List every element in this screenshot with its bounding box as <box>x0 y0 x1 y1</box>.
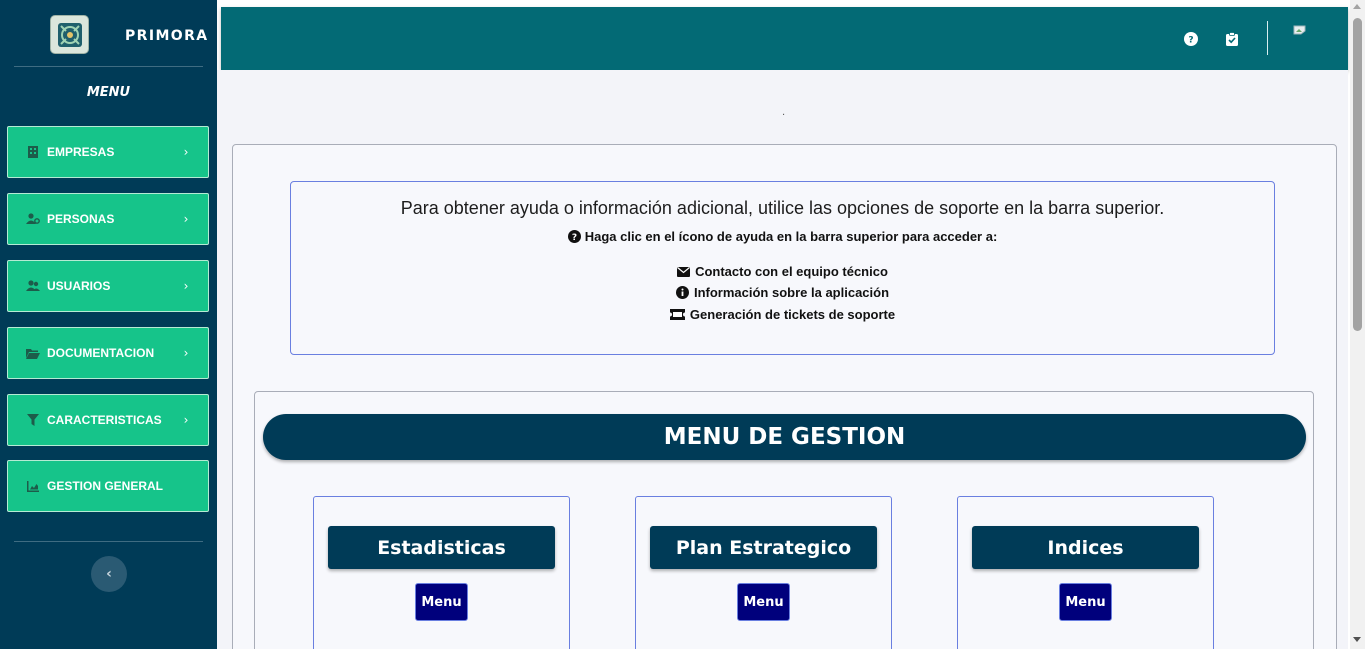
scroll-thumb[interactable] <box>1353 18 1362 331</box>
card-title: Indices <box>972 526 1199 569</box>
help-line-text: Contacto con el equipo técnico <box>695 264 888 279</box>
gestion-title: MENU DE GESTION <box>263 414 1306 460</box>
building-icon <box>26 145 40 159</box>
indices-menu-button[interactable]: Menu <box>1059 583 1112 621</box>
chevron-right-icon: › <box>183 413 189 427</box>
sidebar-item-gestion-general[interactable]: GESTION GENERAL <box>7 460 209 512</box>
sidebar-item-caracteristicas[interactable]: CARACTERISTICAS › <box>7 394 209 446</box>
broken-image-icon <box>1293 25 1306 35</box>
sidebar-item-empresas[interactable]: EMPRESAS › <box>7 126 209 178</box>
clipboard-check-icon <box>1226 32 1238 46</box>
sidebar-item-documentacion[interactable]: DOCUMENTACION › <box>7 327 209 379</box>
avatar[interactable] <box>1293 25 1311 43</box>
filter-icon <box>26 413 40 427</box>
help-subtitle: ? Haga clic en el ícono de ayuda en la b… <box>291 229 1274 244</box>
card-plan-estrategico <box>635 496 892 649</box>
sidebar-collapse-button[interactable]: ‹ <box>91 556 127 592</box>
chevron-right-icon: › <box>183 145 189 159</box>
sidebar-item-personas[interactable]: PERSONAS › <box>7 193 209 245</box>
users-gear-icon <box>26 212 40 226</box>
help-title: Para obtener ayuda o información adicion… <box>400 198 1165 218</box>
help-line-text: Generación de tickets de soporte <box>689 307 896 322</box>
sidebar-item-label: CARACTERISTICAS <box>47 413 162 427</box>
svg-text:?: ? <box>572 233 577 243</box>
help-line-contact: Contacto con el equipo técnico <box>291 264 1274 279</box>
card-title: Estadisticas <box>328 526 555 569</box>
envelope-icon <box>677 266 691 277</box>
help-line-tickets: Generación de tickets de soporte <box>291 307 1274 322</box>
sidebar-item-label: DOCUMENTACION <box>47 346 155 360</box>
brand: PRIMORA <box>0 0 217 66</box>
card-estadisticas <box>313 496 570 649</box>
clipboard-button[interactable] <box>1224 31 1240 47</box>
chevron-right-icon: › <box>183 279 189 293</box>
sidebar-divider <box>14 66 203 67</box>
estadisticas-menu-button[interactable]: Menu <box>415 583 468 621</box>
question-circle-icon: ? <box>1184 32 1198 46</box>
card-title: Plan Estrategico <box>650 526 877 569</box>
help-info-box: Para obtener ayuda o información adicion… <box>290 181 1275 355</box>
users-icon <box>26 279 40 293</box>
chevron-left-icon: ‹ <box>106 566 112 582</box>
scroll-up-arrow-icon[interactable] <box>1353 4 1361 9</box>
sidebar-item-usuarios[interactable]: USUARIOS › <box>7 260 209 312</box>
sidebar-item-label: GESTION GENERAL <box>47 479 164 493</box>
sidebar-item-label: EMPRESAS <box>47 145 115 159</box>
chart-area-icon <box>26 479 40 493</box>
help-line-info: Información sobre la aplicación <box>291 285 1274 300</box>
ticket-icon <box>669 309 685 320</box>
help-line-text: Información sobre la aplicación <box>693 285 890 300</box>
chevron-right-icon: › <box>183 346 189 360</box>
primora-logo[interactable] <box>50 15 89 54</box>
folder-open-icon <box>26 346 40 360</box>
scroll-down-arrow-icon[interactable] <box>1353 637 1361 642</box>
svg-text:?: ? <box>1188 36 1193 46</box>
help-subtitle-text: Haga clic en el ícono de ayuda en la bar… <box>584 229 998 244</box>
vertical-scrollbar[interactable] <box>1350 0 1365 649</box>
menu-title: MENU <box>86 85 131 100</box>
dot-marker: · <box>782 110 786 121</box>
sidebar-item-label: PERSONAS <box>47 212 115 226</box>
sidebar-divider <box>14 541 203 542</box>
brand-name: PRIMORA <box>125 28 209 44</box>
chevron-right-icon: › <box>183 212 189 226</box>
sidebar-item-label: USUARIOS <box>47 279 111 293</box>
top-bar: ? <box>221 7 1348 70</box>
help-button[interactable]: ? <box>1183 31 1199 47</box>
card-indices <box>957 496 1214 649</box>
sidebar: PRIMORA MENU EMPRESAS › PERSONAS › USUAR… <box>0 0 217 649</box>
topbar-divider <box>1267 21 1268 55</box>
info-circle-icon <box>675 286 689 299</box>
plan-estrategico-menu-button[interactable]: Menu <box>737 583 790 621</box>
question-circle-icon: ? <box>567 230 581 243</box>
